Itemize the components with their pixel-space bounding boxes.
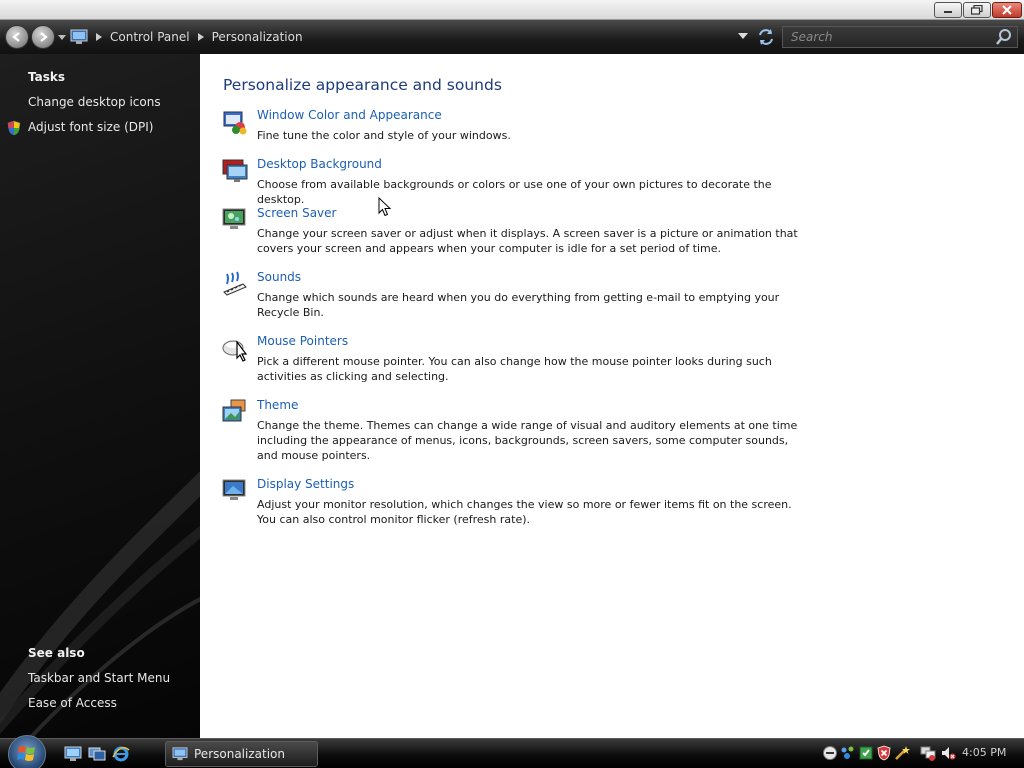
see-also-heading: See also (28, 646, 85, 660)
search-icon[interactable] (995, 28, 1013, 46)
address-bar: Control Panel Personalization (0, 20, 1024, 54)
change-desktop-icons-link[interactable]: Change desktop icons (28, 95, 161, 109)
taskbar-button-personalization[interactable]: Personalization (165, 741, 318, 767)
refresh-icon[interactable] (756, 27, 776, 47)
network-sharing-icon[interactable] (840, 745, 856, 761)
network-icon[interactable] (920, 745, 936, 761)
page-title: Personalize appearance and sounds (223, 76, 502, 94)
minimize-icon (944, 11, 952, 13)
breadcrumb-control-panel[interactable]: Control Panel (106, 30, 194, 44)
ease-of-access-link[interactable]: Ease of Access (28, 696, 117, 710)
adjust-font-size-link[interactable]: Adjust font size (DPI) (28, 120, 153, 134)
restore-button[interactable] (963, 2, 991, 18)
close-icon (1002, 5, 1012, 15)
tasks-heading: Tasks (28, 70, 66, 84)
mouse-pointers-description: Pick a different mouse pointer. You can … (257, 355, 772, 383)
display-settings-description: Adjust your monitor resolution, which ch… (257, 498, 792, 526)
desktop-background-description: Choose from available backgrounds or col… (257, 178, 772, 206)
start-button[interactable] (8, 735, 46, 768)
taskbar-start-menu-link[interactable]: Taskbar and Start Menu (28, 671, 170, 685)
window-color-link[interactable]: Window Color and Appearance (257, 108, 442, 122)
control-panel-icon (70, 29, 88, 44)
screen-saver-icon (222, 208, 246, 229)
clock[interactable]: 4:05 PM (962, 746, 1006, 759)
pane-background-swirl (0, 471, 200, 738)
sounds-link[interactable]: Sounds (257, 270, 301, 284)
tasks-pane: Tasks Change desktop icons Adjust font s… (0, 54, 200, 738)
sync-center-icon[interactable] (858, 745, 874, 761)
search-input[interactable] (783, 30, 995, 44)
breadcrumb[interactable]: Control Panel Personalization (70, 26, 730, 48)
control-panel-icon (172, 747, 188, 761)
shield-icon (7, 120, 21, 136)
taskbar-button-label: Personalization (194, 747, 285, 761)
security-center-icon[interactable] (876, 745, 892, 761)
mouse-pointers-icon (222, 340, 248, 362)
restore-icon (971, 5, 983, 15)
wand-icon[interactable] (894, 745, 910, 761)
taskbar: Personalization 4:05 PM (0, 735, 1024, 768)
breadcrumb-personalization[interactable]: Personalization (208, 30, 307, 44)
window-color-icon (223, 111, 247, 135)
desktop-background-icon (222, 159, 248, 182)
window-color-description: Fine tune the color and style of your wi… (257, 129, 511, 142)
theme-icon (222, 399, 246, 422)
address-dropdown-icon[interactable] (738, 32, 748, 40)
mouse-pointers-link[interactable]: Mouse Pointers (257, 334, 348, 348)
sounds-description: Change which sounds are heard when you d… (257, 291, 780, 319)
language-bar-icon[interactable] (822, 745, 838, 761)
screen-saver-link[interactable]: Screen Saver (257, 206, 336, 220)
breadcrumb-chevron-icon[interactable] (92, 30, 106, 44)
window-title-bar[interactable] (0, 0, 1024, 20)
back-arrow-icon (12, 32, 20, 42)
forward-button[interactable] (31, 25, 55, 49)
display-settings-icon (222, 479, 246, 500)
screen-saver-description: Change your screen saver or adjust when … (257, 227, 798, 255)
recent-pages-dropdown[interactable] (58, 33, 66, 41)
display-settings-link[interactable]: Display Settings (257, 477, 354, 491)
mouse-cursor-icon (378, 197, 392, 217)
theme-description: Change the theme. Themes can change a wi… (257, 419, 798, 462)
windows-logo-icon (17, 746, 35, 761)
switch-windows-icon[interactable] (88, 746, 106, 762)
search-box[interactable] (782, 26, 1018, 48)
main-content: Personalize appearance and sounds Window… (200, 54, 1024, 738)
show-desktop-icon[interactable] (64, 746, 82, 762)
desktop-background-link[interactable]: Desktop Background (257, 157, 382, 171)
close-button[interactable] (992, 2, 1022, 18)
back-button[interactable] (5, 25, 29, 49)
volume-muted-icon[interactable] (940, 745, 956, 761)
internet-explorer-icon[interactable] (112, 746, 130, 762)
forward-arrow-icon (40, 32, 48, 42)
sounds-icon (223, 271, 247, 296)
breadcrumb-chevron-icon[interactable] (194, 30, 208, 44)
theme-link[interactable]: Theme (257, 398, 298, 412)
minimize-button[interactable] (934, 2, 962, 18)
